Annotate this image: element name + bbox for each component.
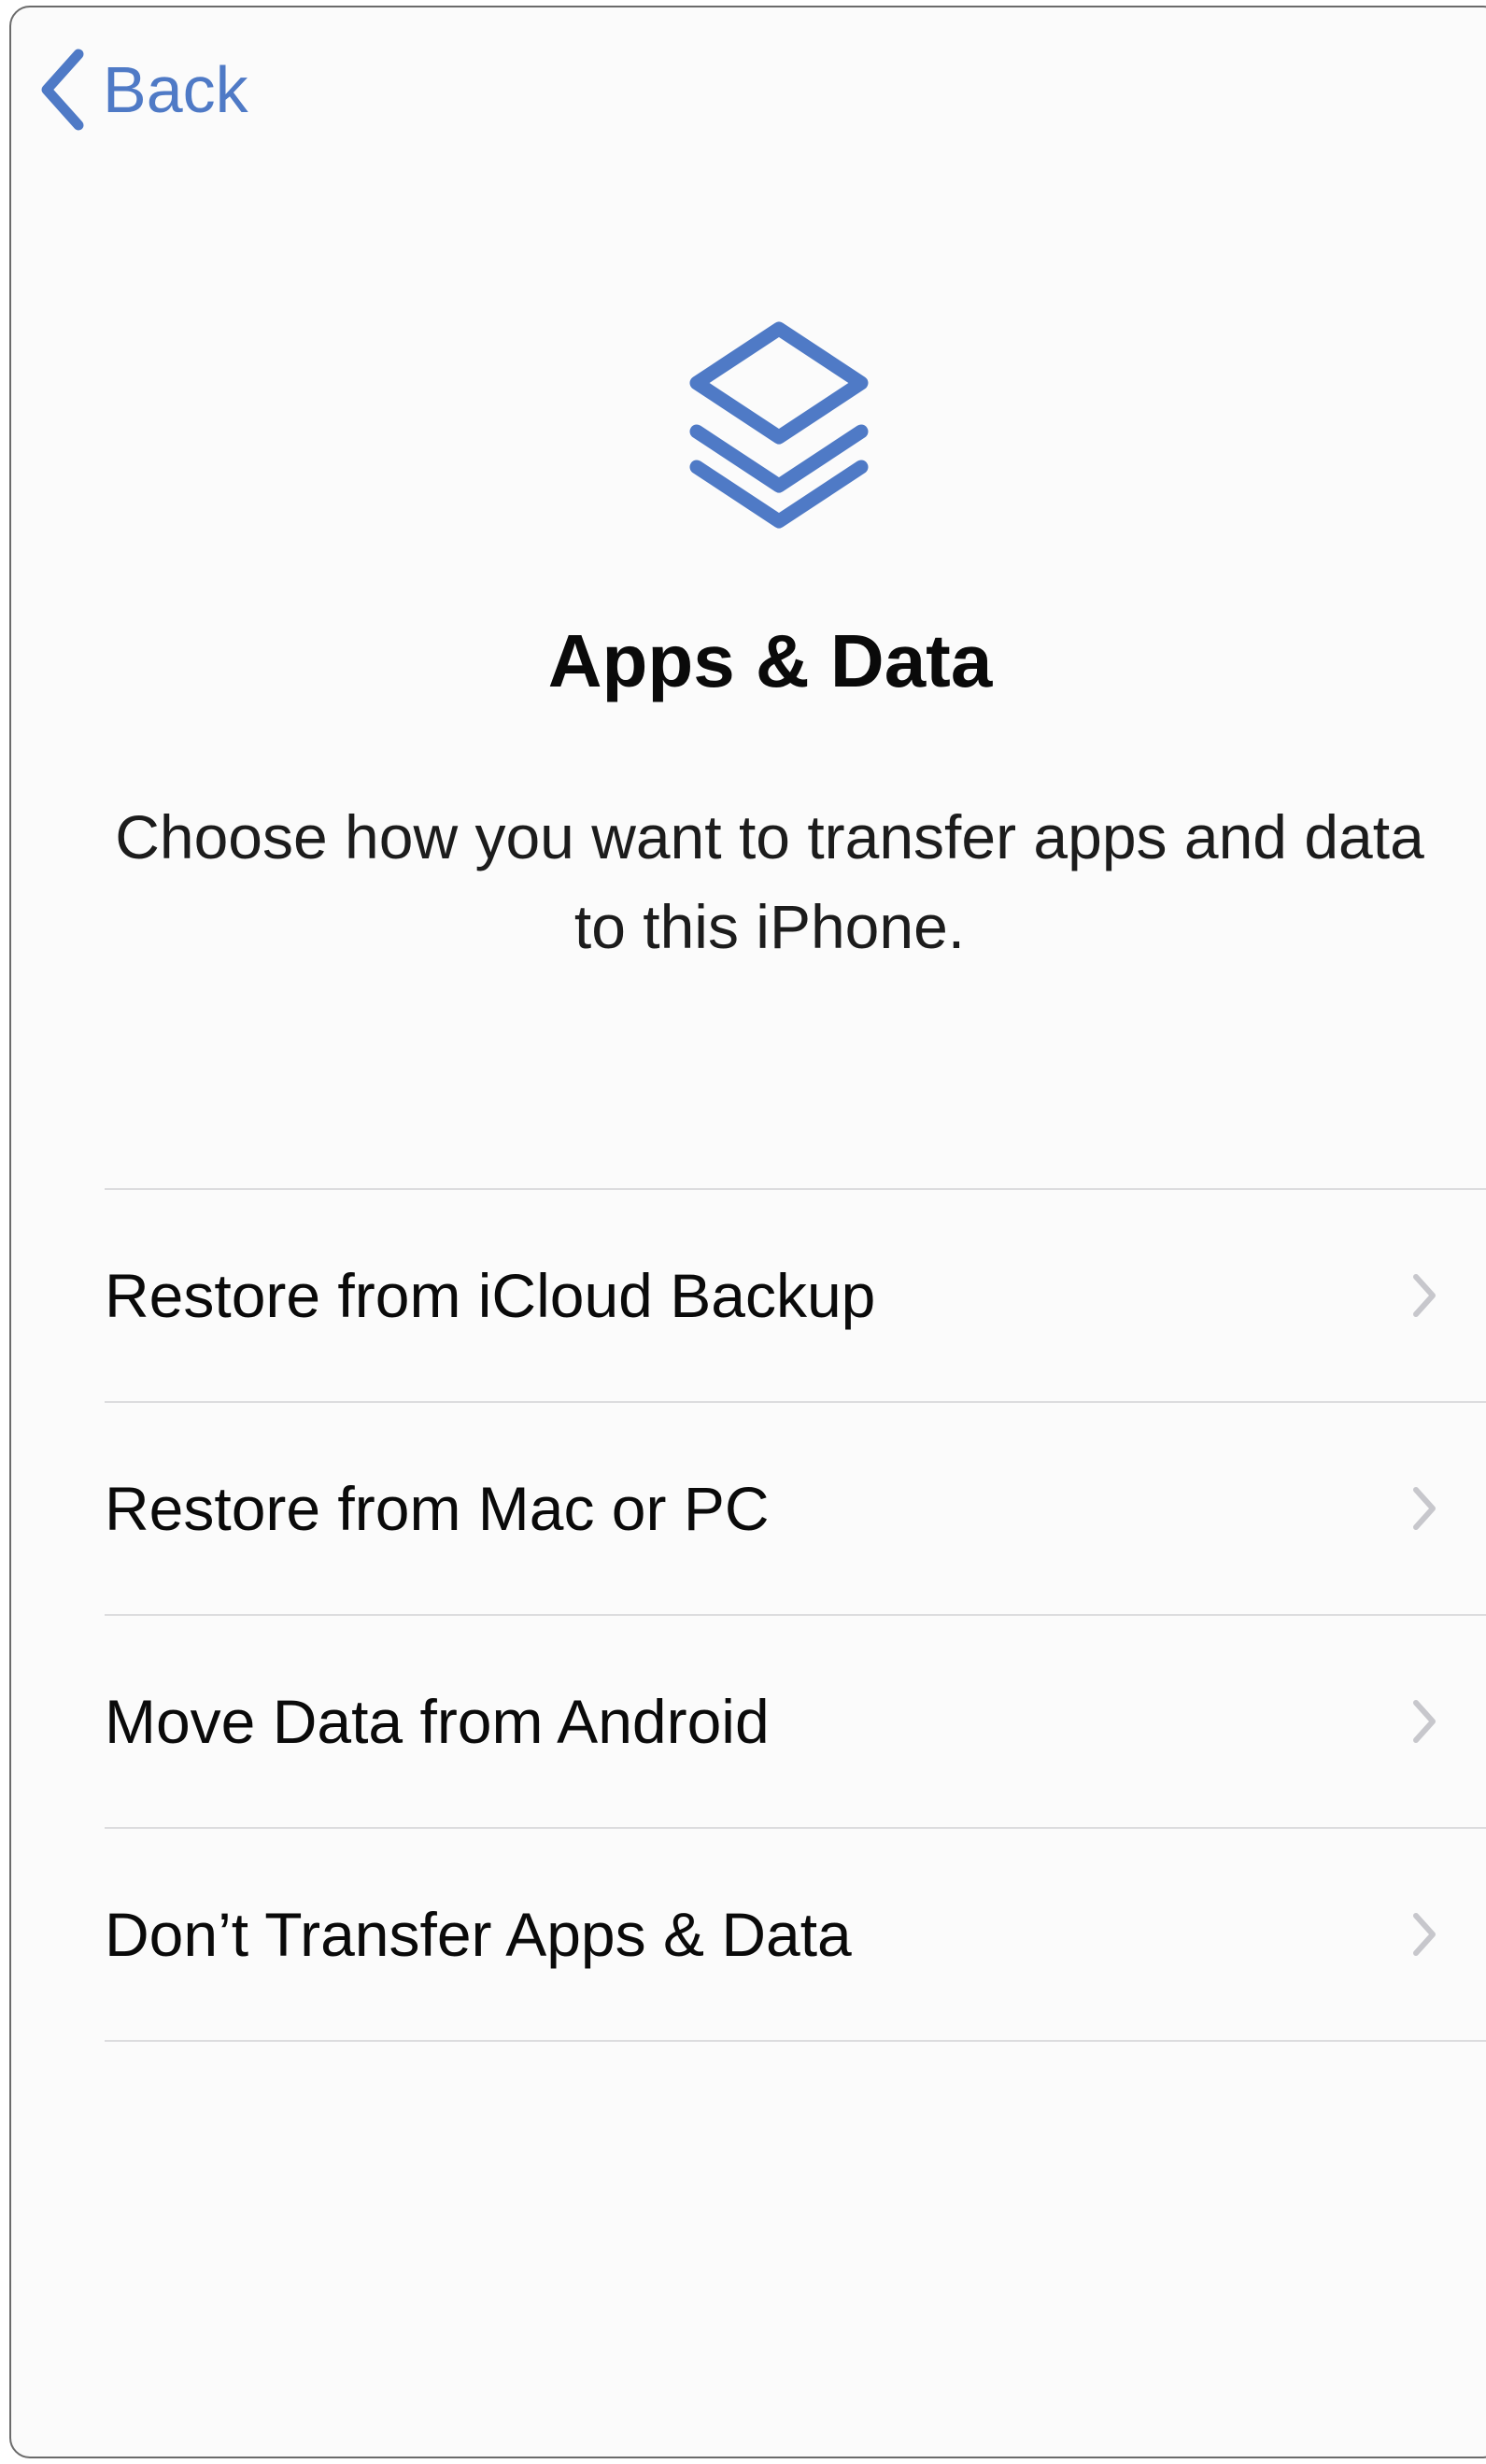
- stacked-layers-icon: [689, 321, 869, 529]
- apps-and-data-screen: Back Apps & Data Choose how you want to …: [9, 6, 1486, 2458]
- chevron-right-icon: [1413, 1700, 1436, 1743]
- transfer-options-list: Restore from iCloud Backup Restore from …: [105, 1188, 1486, 2042]
- chevron-right-icon: [1413, 1913, 1436, 1956]
- option-restore-icloud[interactable]: Restore from iCloud Backup: [105, 1190, 1486, 1403]
- option-dont-transfer[interactable]: Don’t Transfer Apps & Data: [105, 1829, 1486, 2042]
- chevron-left-icon: [41, 49, 84, 131]
- option-label: Restore from iCloud Backup: [105, 1261, 876, 1330]
- chevron-right-icon: [1413, 1487, 1436, 1530]
- chevron-right-icon: [1413, 1274, 1436, 1317]
- page-subtitle: Choose how you want to transfer apps and…: [115, 802, 1424, 961]
- page-title: Apps & Data: [547, 619, 993, 702]
- back-button[interactable]: Back: [37, 43, 248, 136]
- option-label: Move Data from Android: [105, 1687, 770, 1756]
- back-label: Back: [103, 53, 248, 126]
- option-move-from-android[interactable]: Move Data from Android: [105, 1616, 1486, 1829]
- option-restore-mac-pc[interactable]: Restore from Mac or PC: [105, 1403, 1486, 1616]
- option-label: Don’t Transfer Apps & Data: [105, 1900, 852, 1969]
- option-label: Restore from Mac or PC: [105, 1474, 770, 1543]
